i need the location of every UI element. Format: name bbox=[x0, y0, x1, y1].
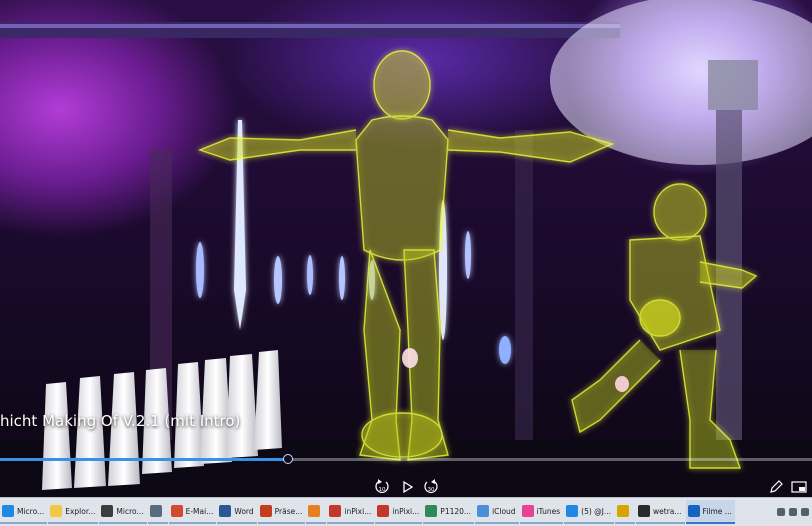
taskbar-item[interactable] bbox=[147, 500, 168, 524]
app-icon bbox=[617, 505, 630, 517]
taskbar-item-label: inPixi... bbox=[392, 506, 420, 516]
taskbar-item-label: iCloud bbox=[492, 506, 516, 516]
taskbar-item[interactable]: Präse... bbox=[257, 500, 306, 524]
rewind-10-icon: 10 bbox=[375, 479, 389, 493]
taskbar-item[interactable]: iCloud bbox=[475, 500, 519, 524]
network-icon[interactable] bbox=[801, 508, 809, 516]
video-title: hicht Making Of V.2.1 (mit Intro) bbox=[0, 412, 241, 430]
forward-button[interactable]: 30 bbox=[420, 478, 442, 496]
app-icon bbox=[170, 505, 183, 517]
taskbar-item[interactable]: Micro... bbox=[0, 500, 48, 524]
app-icon bbox=[377, 505, 390, 517]
taskbar-item[interactable]: Word bbox=[217, 500, 257, 524]
app-icon bbox=[566, 505, 579, 517]
taskbar-item[interactable]: P1120... bbox=[423, 500, 475, 524]
taskbar-item-label: Micro... bbox=[116, 506, 144, 516]
taskbar-item[interactable] bbox=[615, 500, 636, 524]
play-button[interactable] bbox=[396, 478, 418, 496]
rewind-button[interactable]: 10 bbox=[371, 478, 393, 496]
app-icon bbox=[687, 505, 700, 517]
taskbar-item[interactable]: Micro... bbox=[99, 500, 147, 524]
app-icon bbox=[50, 505, 63, 517]
taskbar-item-label: (5) @J... bbox=[581, 506, 612, 516]
play-icon bbox=[403, 480, 414, 494]
taskbar-item[interactable]: Explor... bbox=[48, 500, 99, 524]
taskbar-item-label: Filme ... bbox=[702, 506, 732, 516]
taskbar-item-label: inPixi... bbox=[344, 506, 372, 516]
app-icon bbox=[2, 505, 14, 517]
app-icon bbox=[638, 505, 651, 517]
taskbar-item[interactable]: E-Mai... bbox=[168, 500, 217, 524]
taskbar-item[interactable] bbox=[306, 500, 327, 524]
app-icon bbox=[521, 505, 534, 517]
app-icon bbox=[477, 505, 490, 517]
system-tray bbox=[773, 508, 812, 516]
taskbar-item-label: Explor... bbox=[65, 506, 96, 516]
taskbar-item-label: iTunes bbox=[536, 506, 561, 516]
taskbar-item-label: Micro... bbox=[17, 506, 45, 516]
seek-bar[interactable] bbox=[0, 454, 812, 464]
taskbar-items: Micro... Explor... Micro... E-Mai... Word Prä… bbox=[0, 500, 736, 524]
miniplayer-button[interactable] bbox=[788, 478, 810, 496]
taskbar-item[interactable]: inPixi... bbox=[327, 500, 375, 524]
app-icon bbox=[308, 505, 321, 517]
taskbar-item[interactable]: wetra... bbox=[636, 500, 685, 524]
taskbar-item[interactable]: inPixi... bbox=[375, 500, 423, 524]
taskbar-item[interactable]: (5) @J... bbox=[564, 500, 615, 524]
pencil-icon bbox=[770, 480, 783, 493]
app-icon bbox=[149, 505, 162, 517]
taskbar-item-label: E-Mai... bbox=[185, 506, 214, 516]
rewind-label: 10 bbox=[379, 487, 386, 493]
video-frame[interactable]: hicht Making Of V.2.1 (mit Intro) 10 30 bbox=[0, 0, 812, 497]
taskbar-item-label: Präse... bbox=[274, 506, 303, 516]
app-icon bbox=[259, 505, 272, 517]
app-icon bbox=[101, 505, 114, 517]
app-icon bbox=[329, 505, 342, 517]
edit-button[interactable] bbox=[765, 478, 787, 496]
forward-30-icon: 30 bbox=[424, 479, 438, 493]
app-icon bbox=[425, 505, 438, 517]
taskbar-item-label: wetra... bbox=[653, 506, 682, 516]
forward-label: 30 bbox=[428, 487, 435, 493]
windows-taskbar: Micro... Explor... Micro... E-Mai... Word Prä… bbox=[0, 497, 812, 526]
miniplayer-icon bbox=[791, 481, 807, 493]
taskbar-item[interactable]: Filme ... bbox=[685, 500, 735, 524]
taskbar-item-label: Word bbox=[234, 506, 254, 516]
tray-icon[interactable] bbox=[777, 508, 785, 516]
seek-bar-progress bbox=[0, 458, 289, 461]
taskbar-item[interactable]: iTunes bbox=[519, 500, 564, 524]
taskbar-item-label: P1120... bbox=[440, 506, 472, 516]
tray-icon[interactable] bbox=[789, 508, 797, 516]
app-icon bbox=[219, 505, 232, 517]
